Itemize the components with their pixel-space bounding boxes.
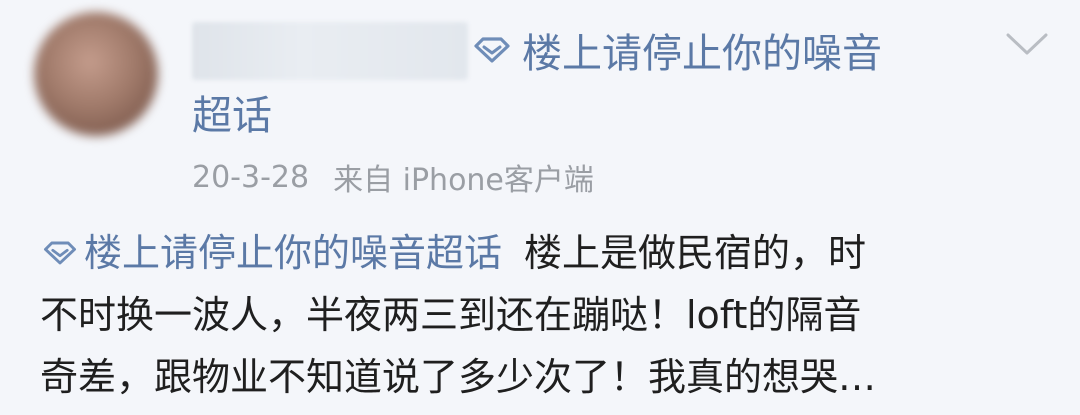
content-line-2: 不时换一波人，半夜两三到还在蹦哒！loft的隔音: [40, 284, 1050, 346]
supertopic-name[interactable]: 楼上请停止你的噪音: [522, 21, 882, 79]
post-content: 楼上请停止你的噪音超话 楼上是做民宿的，时 不时换一波人，半夜两三到还在蹦哒！l…: [40, 222, 1050, 408]
post-meta: 20-3-28 来自 iPhone客户端: [192, 152, 594, 202]
supertopic-suffix[interactable]: 超话: [192, 83, 272, 141]
username-blurred[interactable]: [192, 22, 468, 80]
post-timestamp: 20-3-28: [192, 159, 310, 195]
content-line-3: 奇差，跟物业不知道说了多少次了！我真的想哭…: [40, 346, 1050, 408]
content-topic-link[interactable]: 楼上请停止你的噪音超话: [40, 222, 502, 284]
diamond-icon: [470, 35, 514, 65]
content-text-3: 奇差，跟物业不知道说了多少次了！我真的想哭…: [40, 355, 877, 399]
chevron-down-icon[interactable]: [1004, 30, 1050, 58]
avatar[interactable]: [34, 12, 158, 136]
content-text-1: 楼上是做民宿的，时: [524, 231, 867, 275]
weibo-post-card: 楼上请停止你的噪音 超话 20-3-28 来自 iPhone客户端 楼上请停止你…: [0, 0, 1080, 415]
content-topic-label[interactable]: 楼上请停止你的噪音超话: [84, 222, 502, 284]
post-source: 来自 iPhone客户端: [333, 163, 594, 198]
supertopic-link[interactable]: 楼上请停止你的噪音: [470, 22, 882, 78]
content-text-2: 不时换一波人，半夜两三到还在蹦哒！loft的隔音: [40, 293, 862, 337]
supertopic-link-continued[interactable]: 超话: [192, 84, 272, 140]
content-line-1: 楼上请停止你的噪音超话 楼上是做民宿的，时: [40, 222, 1050, 284]
diamond-icon: [40, 239, 80, 267]
